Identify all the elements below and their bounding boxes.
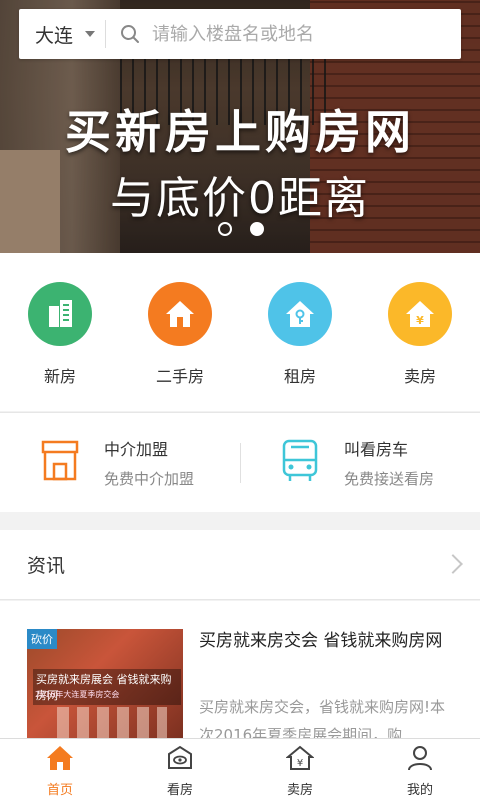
tab-label: 卖房	[286, 783, 313, 798]
service-agency-join[interactable]: 中介加盟 免费中介加盟	[0, 436, 240, 489]
user-icon	[406, 745, 434, 775]
news-thumbnail: 砍价 买房就来房展会 省钱就来购房网 2016年大连夏季房交会	[27, 629, 183, 741]
storefront-icon	[40, 439, 80, 487]
category-new-house[interactable]: 新房	[0, 253, 120, 411]
building-icon	[28, 282, 92, 346]
carousel-dot[interactable]	[218, 222, 232, 236]
search-icon	[120, 24, 140, 44]
banner-title: 买新房上购房网	[65, 105, 415, 159]
service-row: 中介加盟 免费中介加盟 叫看房车 免费接送看房	[0, 412, 480, 512]
category-label: 租房	[283, 367, 316, 386]
home-icon	[46, 745, 74, 775]
thumbnail-subcaption: 2016年大连夏季房交会	[35, 690, 120, 699]
service-title: 中介加盟	[104, 440, 169, 459]
chevron-right-icon	[443, 554, 463, 574]
service-call-car[interactable]: 叫看房车 免费接送看房	[240, 436, 480, 489]
category-rent[interactable]: 租房	[240, 253, 360, 411]
thumbnail-tag: 砍价	[27, 629, 57, 649]
tab-sell-house[interactable]: ¥ 卖房	[240, 739, 360, 800]
category-grid: 新房 二手房 租房 ¥ 卖房	[0, 253, 480, 411]
yen-house-icon: ¥	[388, 282, 452, 346]
tab-label: 首页	[46, 783, 73, 798]
category-sell[interactable]: ¥ 卖房	[360, 253, 480, 411]
tab-profile[interactable]: 我的	[360, 739, 480, 800]
sell-house-icon: ¥	[285, 745, 315, 775]
svg-text:¥: ¥	[416, 314, 424, 327]
news-section-header[interactable]: 资讯	[0, 530, 480, 600]
tab-view-house[interactable]: 看房	[120, 739, 240, 800]
caret-down-icon	[85, 31, 96, 37]
service-title: 叫看房车	[344, 440, 409, 459]
city-label: 大连	[35, 24, 74, 47]
category-label: 二手房	[155, 367, 204, 386]
search-bar: 大连	[19, 9, 461, 59]
service-subtitle: 免费接送看房	[344, 470, 435, 488]
category-label: 卖房	[403, 367, 436, 386]
tab-home[interactable]: 首页	[0, 739, 120, 800]
carousel-indicator	[218, 222, 264, 236]
svg-text:¥: ¥	[297, 758, 303, 769]
bottom-navigation: 首页 看房 ¥ 卖房 我的	[0, 738, 480, 800]
search-input[interactable]	[152, 23, 442, 45]
news-title: 买房就来房交会 省钱就来购房网	[199, 631, 443, 651]
tab-label: 看房	[166, 783, 193, 798]
tab-label: 我的	[406, 783, 433, 798]
category-second-hand[interactable]: 二手房	[120, 253, 240, 411]
banner-subtitle: 与底价0距离	[110, 173, 370, 224]
category-label: 新房	[43, 367, 76, 386]
carousel-dot-active[interactable]	[250, 222, 264, 236]
city-selector[interactable]: 大连	[19, 9, 105, 59]
view-house-icon	[166, 745, 194, 775]
section-title: 资讯	[27, 555, 66, 577]
service-subtitle: 免费中介加盟	[104, 470, 195, 488]
bus-icon	[280, 438, 320, 488]
key-house-icon	[268, 282, 332, 346]
house-icon	[148, 282, 212, 346]
news-list-item[interactable]: 砍价 买房就来房展会 省钱就来购房网 2016年大连夏季房交会 买房就来房交会 …	[0, 601, 480, 744]
